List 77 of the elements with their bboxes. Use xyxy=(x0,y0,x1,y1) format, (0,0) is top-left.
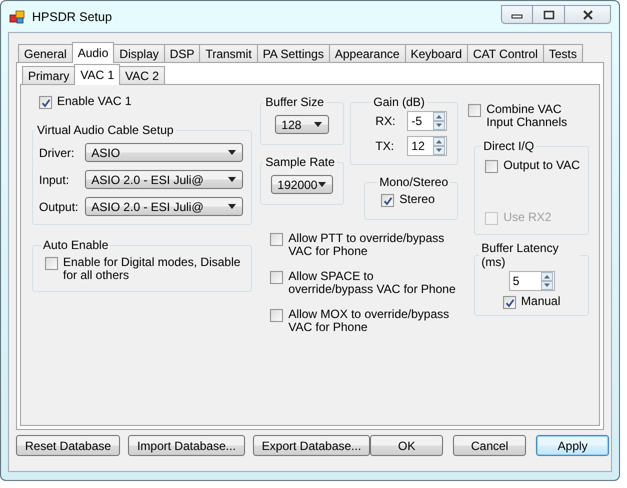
group-title: Mono/Stereo xyxy=(378,175,450,189)
field-label: RX: xyxy=(375,114,396,128)
checkbox[interactable] xyxy=(270,271,284,284)
checkbox-label: Manual xyxy=(521,295,560,308)
checkbox-label: Output to VAC xyxy=(503,159,580,172)
dropdown[interactable]: ASIO 2.0 - ESI Juli@ xyxy=(85,197,244,216)
push-button[interactable]: Apply xyxy=(536,435,610,456)
caret-icon xyxy=(228,177,236,182)
check-icon xyxy=(382,196,393,206)
push-button[interactable]: Export Database... xyxy=(252,435,370,456)
checkbox[interactable] xyxy=(45,257,58,270)
number-field[interactable]: 12 xyxy=(407,136,448,156)
field-label: Input: xyxy=(39,172,70,186)
checkbox-label: Allow SPACE to override/bypass VAC for Phone xyxy=(288,270,457,296)
close-button[interactable] xyxy=(565,5,611,24)
spinner-arrows-icon xyxy=(433,137,446,155)
tab[interactable]: Primary xyxy=(22,66,76,84)
checkbox-label: Enable for Digital modes, Disable for all others xyxy=(63,256,242,282)
tab[interactable]: CAT Control xyxy=(466,44,544,62)
maximize-button[interactable] xyxy=(533,5,565,24)
tab[interactable]: Keyboard xyxy=(404,44,468,62)
push-button[interactable]: Import Database... xyxy=(128,435,245,456)
checkbox-label: Enable VAC 1 xyxy=(57,95,132,108)
push-button[interactable]: OK xyxy=(370,435,444,456)
checkbox-label: Combine VAC Input Channels xyxy=(486,103,568,129)
tab[interactable]: VAC 1 xyxy=(74,64,120,85)
checkbox[interactable] xyxy=(381,194,394,207)
field-label: TX: xyxy=(375,139,396,153)
tab[interactable]: DSP xyxy=(164,44,200,62)
checkbox[interactable] xyxy=(39,96,52,109)
push-button[interactable]: Reset Database xyxy=(16,435,120,456)
tab[interactable]: VAC 2 xyxy=(119,66,165,84)
spinner-arrows-icon xyxy=(433,112,446,130)
group-title: Buffer Latency (ms) xyxy=(480,241,560,269)
checkbox[interactable] xyxy=(270,309,284,322)
field-label: Output: xyxy=(39,200,78,214)
dropdown[interactable]: ASIO 2.0 - ESI Juli@ xyxy=(85,170,244,189)
tab[interactable]: Display xyxy=(113,44,165,62)
tab[interactable]: Audio xyxy=(72,42,114,63)
window-title: HPSDR Setup xyxy=(32,10,112,24)
caret-icon xyxy=(314,122,322,127)
check-icon xyxy=(504,298,515,308)
checkbox[interactable] xyxy=(503,296,516,309)
tab[interactable]: General xyxy=(18,44,73,62)
spinner-arrows-icon xyxy=(540,272,553,290)
group-title: Sample Rate xyxy=(264,155,336,169)
close-icon xyxy=(582,10,594,20)
minimize-button[interactable] xyxy=(501,5,533,24)
number-field[interactable]: 5 xyxy=(508,271,555,291)
checkbox-label: Stereo xyxy=(399,193,435,206)
dropdown[interactable]: 128 xyxy=(275,115,330,134)
tab[interactable]: PA Settings xyxy=(256,44,330,62)
check-icon xyxy=(40,98,50,108)
group-title: Virtual Audio Cable Setup xyxy=(36,123,175,137)
checkbox[interactable] xyxy=(485,160,498,173)
tab[interactable]: Tests xyxy=(542,44,583,62)
field-label: Driver: xyxy=(39,146,74,160)
checkbox-label: Use RX2 xyxy=(503,211,552,224)
restore-icon xyxy=(542,10,554,20)
tab[interactable]: Transmit xyxy=(199,44,258,62)
group-title: Buffer Size xyxy=(264,95,325,109)
dropdown[interactable]: ASIO xyxy=(85,143,244,162)
app-icon xyxy=(9,8,25,24)
group-title: Auto Enable xyxy=(42,238,110,252)
checkbox[interactable] xyxy=(270,233,284,246)
caret-icon xyxy=(318,182,326,187)
checkbox[interactable] xyxy=(468,104,482,117)
group-title: Direct I/Q xyxy=(482,139,536,153)
push-button[interactable]: Cancel xyxy=(453,435,526,456)
number-field[interactable]: -5 xyxy=(407,111,448,131)
caret-icon xyxy=(228,204,236,209)
checkbox-label: Allow PTT to override/bypass VAC for Phone xyxy=(288,232,446,258)
group-title: Gain (dB) xyxy=(372,95,426,109)
tab[interactable]: Appearance xyxy=(328,44,406,62)
caret-icon xyxy=(228,150,236,155)
dropdown[interactable]: 192000 xyxy=(271,175,334,194)
checkbox-label: Allow MOX to override/bypass VAC for Phone xyxy=(288,308,450,334)
